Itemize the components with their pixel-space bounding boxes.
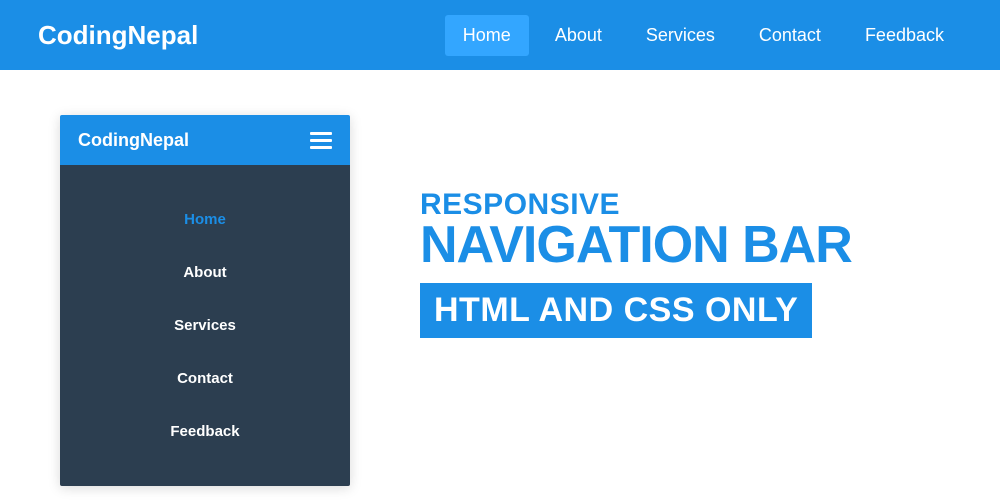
mobile-item-contact[interactable]: Contact bbox=[60, 352, 350, 405]
nav-home[interactable]: Home bbox=[445, 15, 529, 56]
nav-about[interactable]: About bbox=[537, 15, 620, 56]
mobile-item-services[interactable]: Services bbox=[60, 299, 350, 352]
top-navigation: CodingNepal Home About Services Contact … bbox=[0, 0, 1000, 70]
mobile-preview: CodingNepal Home About Services Contact … bbox=[60, 115, 350, 486]
headline-title: NAVIGATION BAR bbox=[420, 218, 852, 273]
content-area: CodingNepal Home About Services Contact … bbox=[0, 70, 1000, 486]
mobile-item-home[interactable]: Home bbox=[60, 193, 350, 246]
headline-block: RESPONSIVE NAVIGATION BAR HTML AND CSS O… bbox=[420, 190, 852, 486]
hamburger-icon[interactable] bbox=[310, 132, 332, 149]
headline-badge: HTML AND CSS ONLY bbox=[420, 283, 812, 338]
brand-logo[interactable]: CodingNepal bbox=[38, 20, 198, 51]
nav-services[interactable]: Services bbox=[628, 15, 733, 56]
mobile-item-feedback[interactable]: Feedback bbox=[60, 405, 350, 458]
mobile-brand[interactable]: CodingNepal bbox=[78, 130, 189, 151]
nav-links: Home About Services Contact Feedback bbox=[445, 15, 962, 56]
mobile-item-about[interactable]: About bbox=[60, 246, 350, 299]
nav-feedback[interactable]: Feedback bbox=[847, 15, 962, 56]
mobile-header: CodingNepal bbox=[60, 115, 350, 165]
mobile-menu: Home About Services Contact Feedback bbox=[60, 165, 350, 486]
nav-contact[interactable]: Contact bbox=[741, 15, 839, 56]
